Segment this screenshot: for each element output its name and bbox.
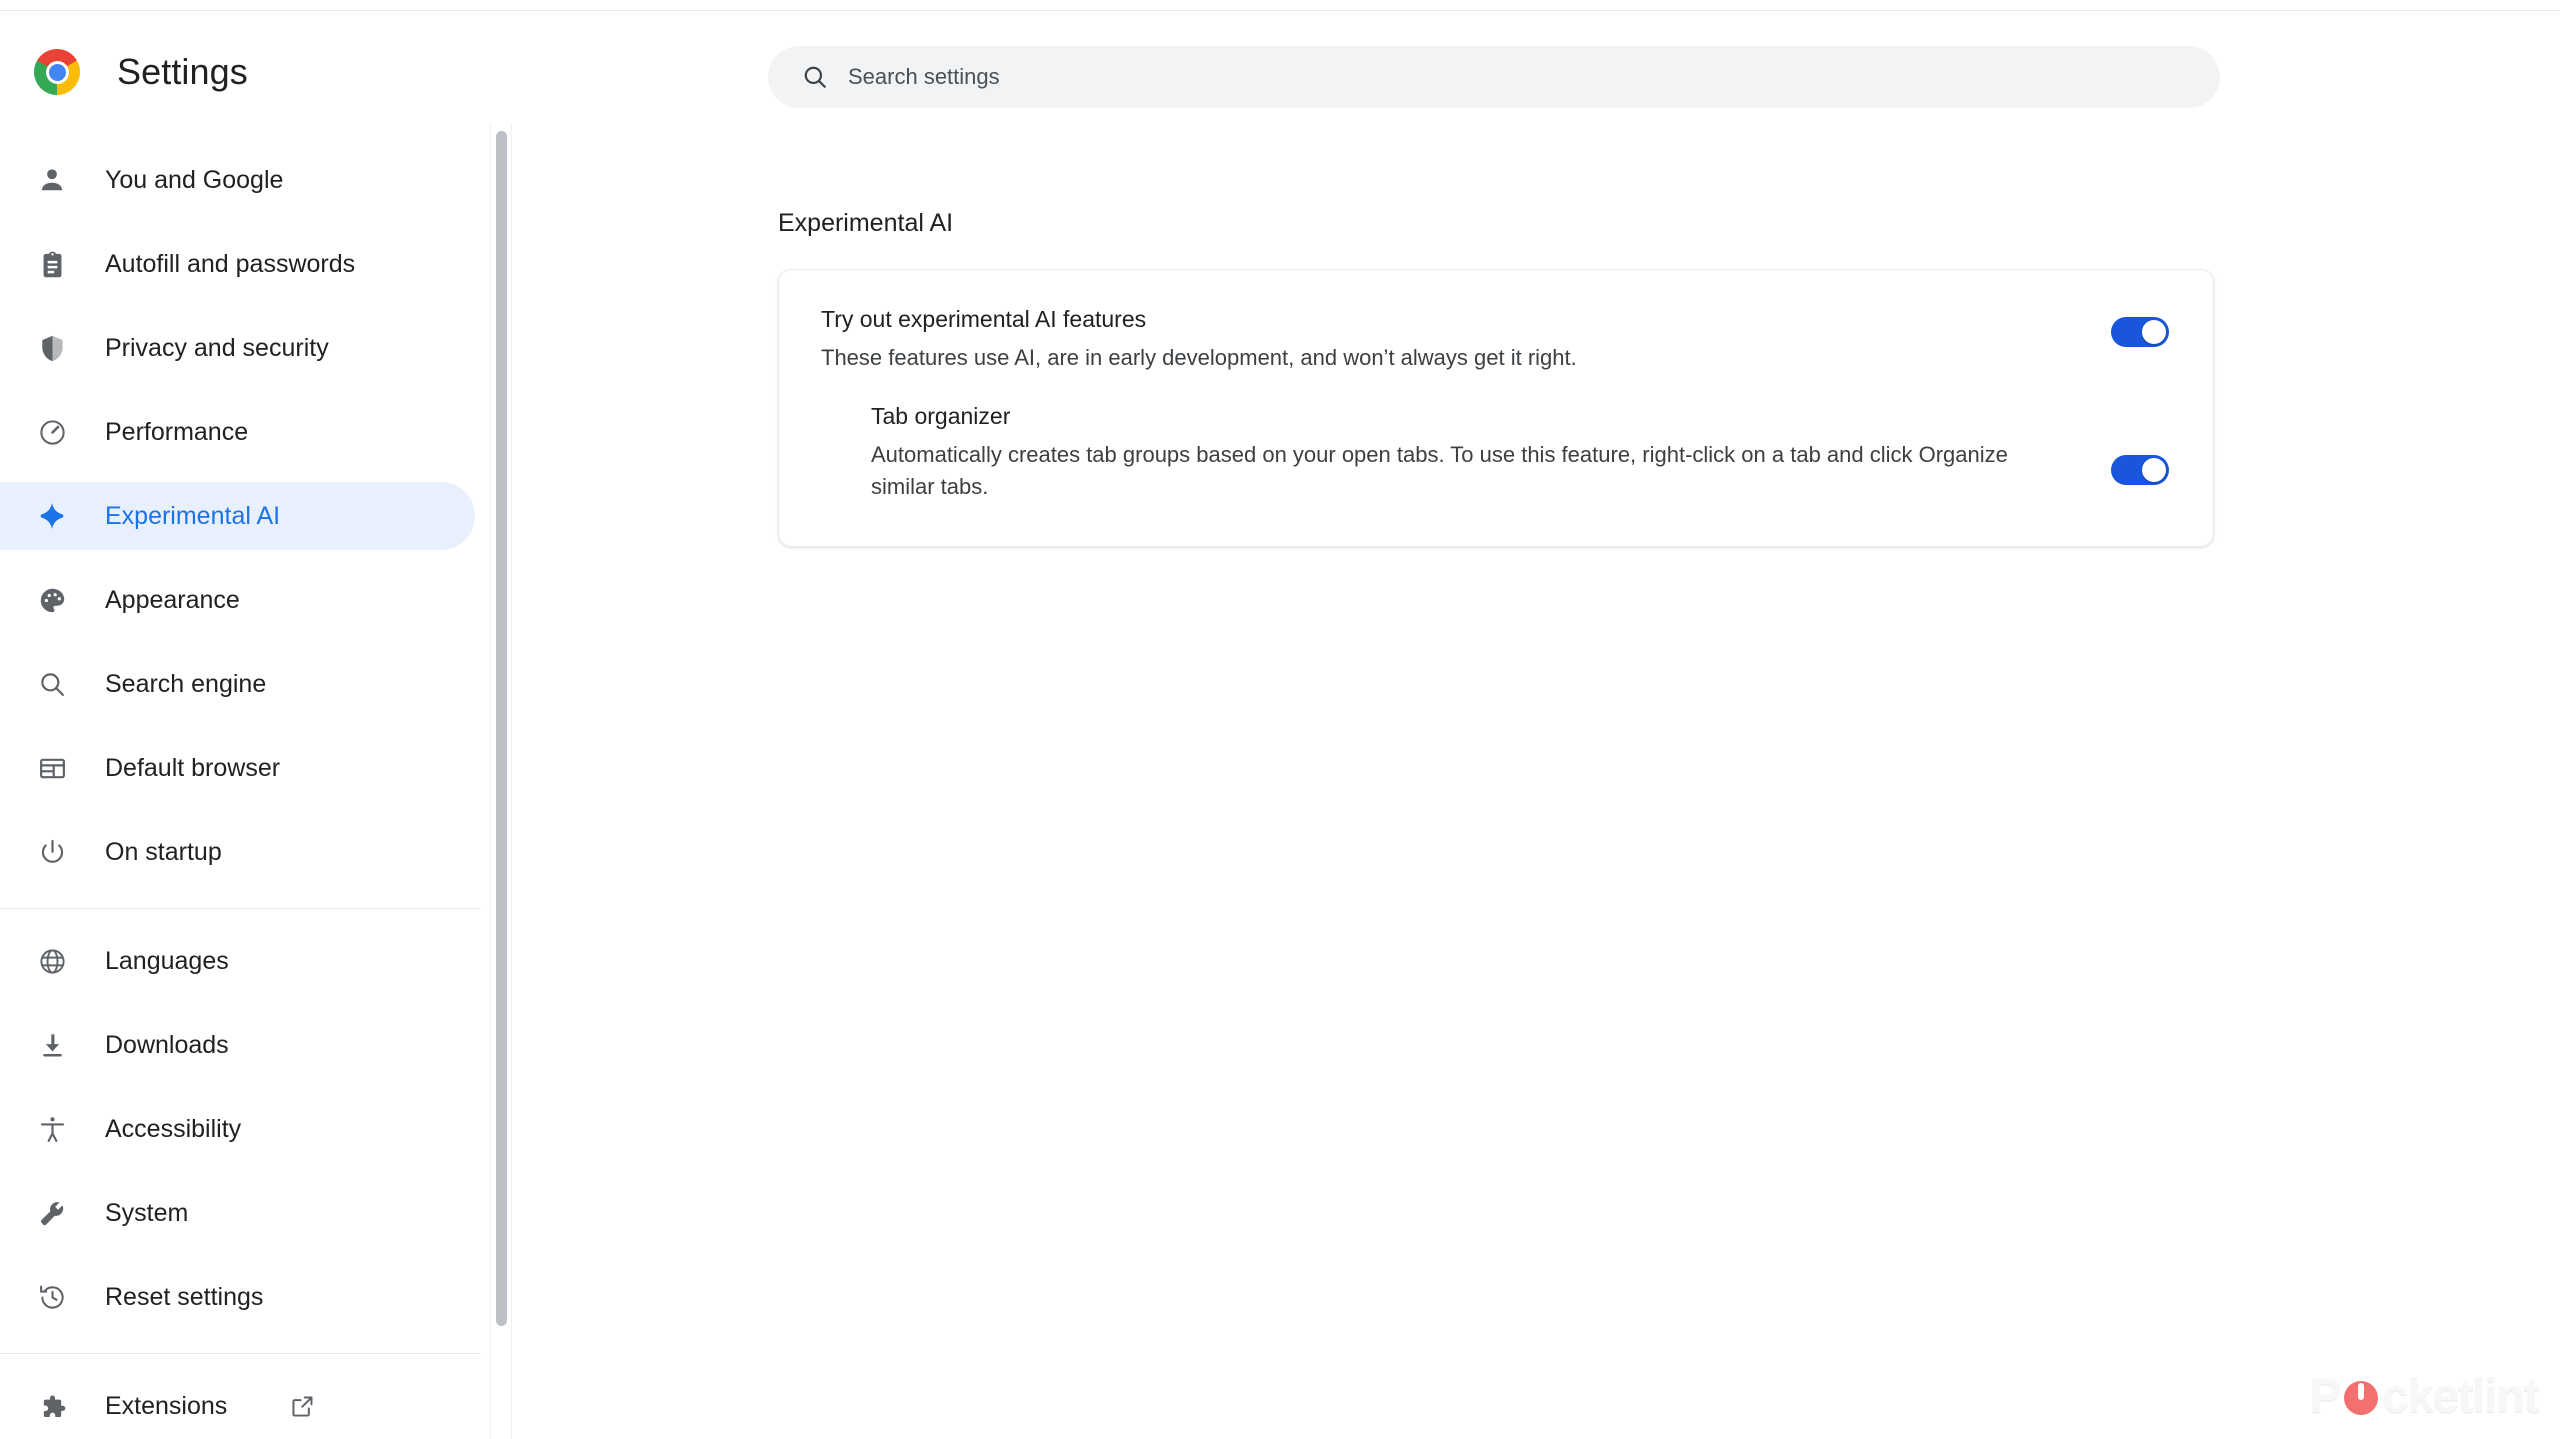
sidebar-item-reset-settings[interactable]: Reset settings xyxy=(0,1255,489,1339)
sidebar-item-you-and-google[interactable]: You and Google xyxy=(0,138,489,222)
toggle-knob xyxy=(2142,320,2166,344)
power-button-icon xyxy=(2341,1377,2381,1417)
search-bar[interactable] xyxy=(768,46,2220,108)
sidebar-item-label: Appearance xyxy=(105,585,240,614)
setting-description: These features use AI, are in early deve… xyxy=(821,345,1577,371)
sidebar-item-label: System xyxy=(105,1198,189,1227)
sidebar-item-label: Performance xyxy=(105,417,249,446)
experimental-ai-card: Try out experimental AI features These f… xyxy=(778,269,2214,547)
sidebar-item-label: Privacy and security xyxy=(105,333,329,362)
sidebar-item-label: Experimental AI xyxy=(105,501,281,530)
sidebar-secondary-group: Languages Downloads Accessibility System… xyxy=(0,919,489,1339)
sidebar-item-downloads[interactable]: Downloads xyxy=(0,1003,489,1087)
section-title: Experimental AI xyxy=(778,209,954,237)
sidebar-item-experimental-ai[interactable]: Experimental AI xyxy=(0,474,489,558)
toggle-wrap-experimental-ai xyxy=(2111,317,2169,347)
sidebar-item-default-browser[interactable]: Default browser xyxy=(0,726,489,810)
sidebar-item-languages[interactable]: Languages xyxy=(0,919,489,1003)
pocketlint-watermark: P cketlint xyxy=(2309,1370,2540,1423)
shield-icon xyxy=(36,332,68,364)
sidebar-primary-group: You and Google Autofill and passwords Pr… xyxy=(0,124,489,894)
wrench-icon xyxy=(36,1197,68,1229)
sidebar-item-label: Extensions xyxy=(105,1391,228,1420)
sidebar-item-label: Autofill and passwords xyxy=(105,249,356,278)
power-icon xyxy=(36,836,68,868)
browser-window-icon xyxy=(36,752,68,784)
sidebar-item-label: You and Google xyxy=(105,165,284,194)
download-icon xyxy=(36,1029,68,1061)
globe-icon xyxy=(36,945,68,977)
main-content: Experimental AI Try out experimental AI … xyxy=(513,124,2560,1439)
puzzle-icon xyxy=(36,1390,68,1422)
external-link-icon[interactable] xyxy=(290,1393,316,1419)
sidebar-item-appearance[interactable]: Appearance xyxy=(0,558,489,642)
sidebar-divider xyxy=(0,908,481,909)
person-icon xyxy=(36,164,68,196)
sidebar-scrollbar-thumb[interactable] xyxy=(496,131,507,1326)
sidebar-footer-group: Extensions xyxy=(0,1364,489,1439)
sidebar-item-performance[interactable]: Performance xyxy=(0,390,489,474)
search-icon xyxy=(804,66,826,88)
speedometer-icon xyxy=(36,416,68,448)
sidebar-divider-footer xyxy=(0,1353,481,1354)
sidebar-item-accessibility[interactable]: Accessibility xyxy=(0,1087,489,1171)
watermark-text-after: cketlint xyxy=(2381,1370,2540,1423)
toggle-wrap-tab-organizer xyxy=(2111,455,2169,486)
brand: Settings xyxy=(34,49,248,95)
setting-description: Automatically creates tab groups based o… xyxy=(871,442,2008,499)
page-title: Settings xyxy=(117,51,248,92)
page-header: Settings xyxy=(0,11,2560,124)
palette-icon xyxy=(36,584,68,616)
chrome-logo-icon xyxy=(34,49,80,95)
sidebar-item-label: Languages xyxy=(105,946,229,975)
toggle-knob xyxy=(2142,458,2166,483)
sidebar-item-label: Accessibility xyxy=(105,1114,242,1143)
search-icon xyxy=(36,668,68,700)
setting-title: Try out experimental AI features xyxy=(821,306,1147,332)
sidebar-item-system[interactable]: System xyxy=(0,1171,489,1255)
sparkle-icon xyxy=(36,500,68,532)
sidebar-item-label: Reset settings xyxy=(105,1282,264,1311)
sidebar-item-label: Default browser xyxy=(105,753,281,782)
sidebar-item-autofill-and-passwords[interactable]: Autofill and passwords xyxy=(0,222,489,306)
setting-row-tab-organizer: Tab organizer Automatically creates tab … xyxy=(779,373,2213,546)
sidebar-item-extensions[interactable]: Extensions xyxy=(0,1364,489,1439)
clipboard-icon xyxy=(36,248,68,280)
sidebar-item-on-startup[interactable]: On startup xyxy=(0,810,489,894)
sidebar-item-label: Downloads xyxy=(105,1030,229,1059)
setting-row-experimental-ai-features: Try out experimental AI features These f… xyxy=(779,270,2213,373)
toggle-tab-organizer[interactable] xyxy=(2111,455,2169,486)
history-icon xyxy=(36,1281,68,1313)
sidebar-item-privacy-and-security[interactable]: Privacy and security xyxy=(0,306,489,390)
watermark-text-before: P xyxy=(2309,1370,2341,1423)
sidebar-item-search-engine[interactable]: Search engine xyxy=(0,642,489,726)
settings-page: Settings You and Google xyxy=(0,0,2560,1439)
sidebar: You and Google Autofill and passwords Pr… xyxy=(0,124,489,1439)
toggle-experimental-ai-features[interactable] xyxy=(2111,317,2169,347)
sidebar-item-label: Search engine xyxy=(105,669,267,698)
sidebar-item-label: On startup xyxy=(105,837,222,866)
accessibility-icon xyxy=(36,1113,68,1145)
setting-title: Tab organizer xyxy=(871,403,1011,430)
search-input[interactable] xyxy=(848,57,2098,97)
